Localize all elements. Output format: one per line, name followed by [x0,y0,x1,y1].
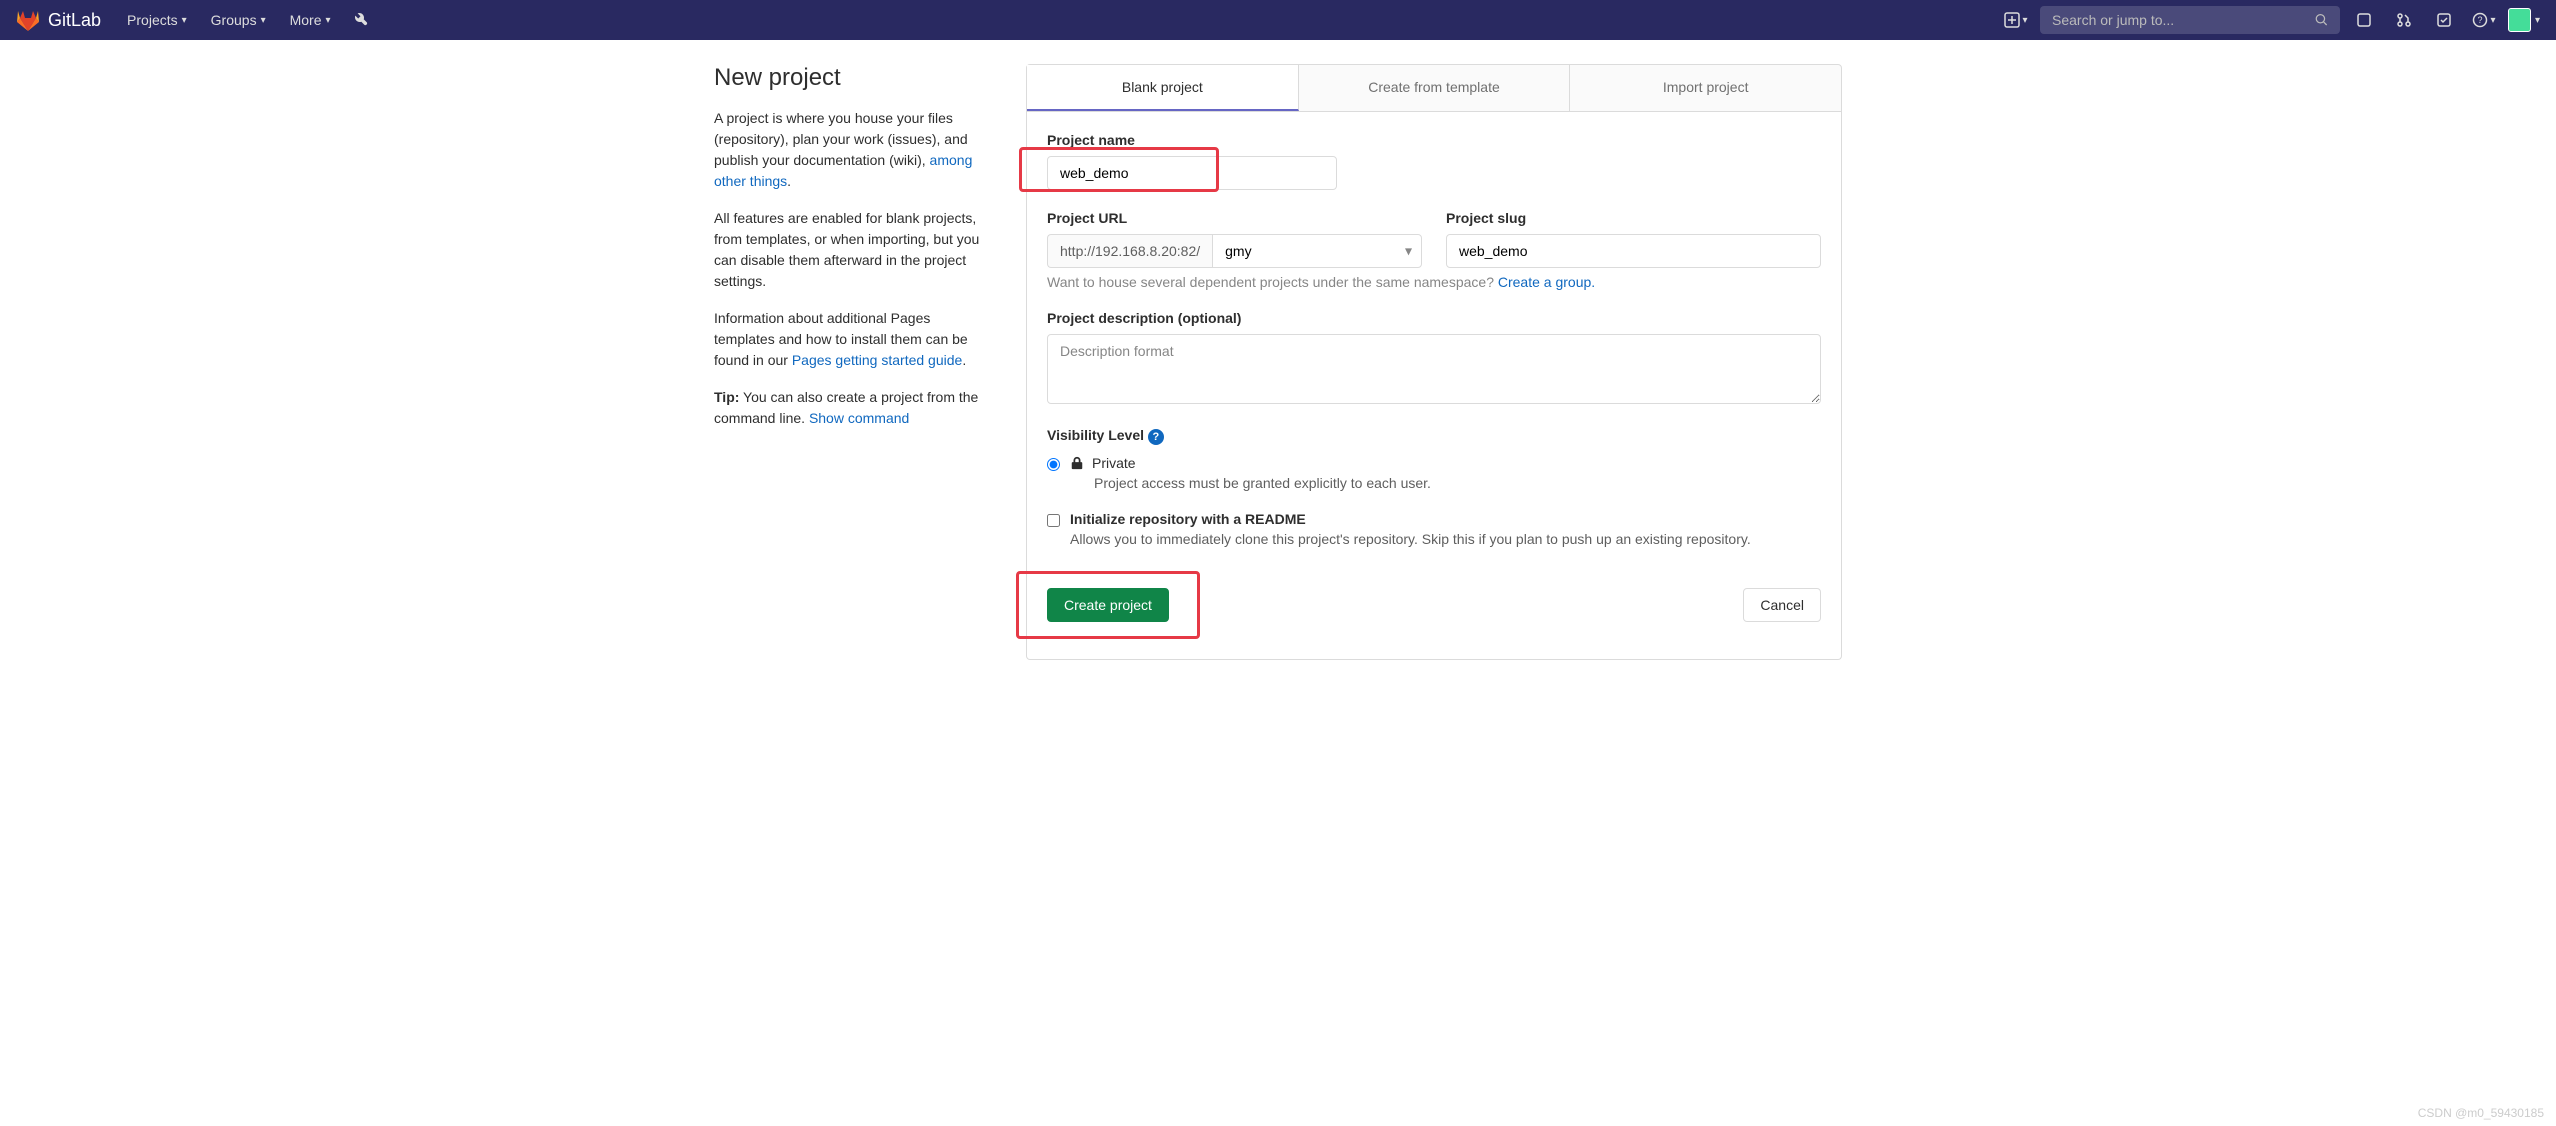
readme-group: Initialize repository with a README Allo… [1047,511,1821,547]
pages-guide-link[interactable]: Pages getting started guide [792,352,962,368]
search-icon [2315,13,2328,27]
navbar: GitLab Projects ▾ Groups ▾ More ▾ ▾ [0,0,2556,40]
user-menu[interactable]: ▾ [2508,4,2540,36]
lock-icon [1070,456,1084,470]
chevron-down-icon: ▾ [182,15,187,26]
project-name-group: Project name [1047,132,1821,190]
project-url-label: Project URL [1047,210,1422,226]
sidebar-desc-1: A project is where you house your files … [714,108,994,192]
project-slug-input[interactable] [1446,234,1821,268]
form-actions: Create project Cancel [1047,571,1821,639]
chevron-down-icon: ▾ [261,15,266,26]
nav-groups[interactable]: Groups ▾ [201,4,276,36]
chevron-down-icon: ▾ [2490,15,2495,26]
tab-create-from-template[interactable]: Create from template [1299,65,1571,111]
show-command-link[interactable]: Show command [809,410,909,426]
project-name-input[interactable] [1047,156,1337,190]
sidebar-tip: Tip: You can also create a project from … [714,387,994,429]
project-url-prefix: http://192.168.8.20:82/ [1047,234,1212,268]
project-name-label: Project name [1047,132,1821,148]
chevron-down-icon: ▾ [2022,15,2027,26]
namespace-hint: Want to house several dependent projects… [1047,274,1821,290]
merge-requests-icon[interactable] [2388,4,2420,36]
sidebar-desc-3: Information about additional Pages templ… [714,308,994,371]
gitlab-logo[interactable]: GitLab [16,8,101,32]
readme-desc: Allows you to immediately clone this pro… [1070,531,1821,547]
visibility-group: Visibility Level ? Private Project acces… [1047,427,1821,491]
avatar [2508,8,2531,32]
gitlab-icon [16,8,40,32]
readme-checkbox[interactable] [1047,514,1060,527]
project-description-group: Project description (optional) [1047,310,1821,407]
nav-more[interactable]: More ▾ [280,4,341,36]
nav-more-label: More [290,12,322,28]
svg-text:?: ? [2478,15,2483,25]
nav-projects-label: Projects [127,12,178,28]
tab-blank-project[interactable]: Blank project [1027,65,1299,111]
project-slug-label: Project slug [1446,210,1821,226]
watermark: CSDN @m0_59430185 [2418,1106,2544,1120]
cancel-button[interactable]: Cancel [1743,588,1821,622]
help-icon[interactable]: ? [1148,429,1164,445]
sidebar-desc-2: All features are enabled for blank proje… [714,208,994,292]
todos-icon[interactable] [2428,4,2460,36]
tip-label: Tip: [714,389,739,405]
main-container: New project A project is where you house… [698,40,1858,684]
issues-icon[interactable] [2348,4,2380,36]
admin-wrench-icon[interactable] [345,4,377,36]
page-title: New project [714,64,994,92]
chevron-down-icon: ▾ [326,15,331,26]
visibility-private-desc: Project access must be granted explicitl… [1094,475,1821,491]
help-icon[interactable]: ? ▾ [2468,4,2500,36]
project-url-input-group: http://192.168.8.20:82/ gmy ▾ [1047,234,1422,268]
readme-label: Initialize repository with a README [1070,511,1821,527]
visibility-label: Visibility Level ? [1047,427,1821,445]
main-panel: Blank project Create from template Impor… [1026,64,1842,660]
visibility-private-option: Private Project access must be granted e… [1047,455,1821,491]
search-input[interactable] [2052,12,2315,28]
navbar-right: ▾ ? ▾ ▾ [2000,4,2540,36]
form-panel: Project name Project URL http://192.168.… [1026,112,1842,660]
project-url-group: Project URL http://192.168.8.20:82/ gmy … [1047,210,1422,268]
highlight-create-button: Create project [1016,571,1200,639]
project-description-input[interactable] [1047,334,1821,404]
create-project-button[interactable]: Create project [1047,588,1169,622]
nav-groups-label: Groups [211,12,257,28]
chevron-down-icon: ▾ [2535,15,2540,26]
project-description-label: Project description (optional) [1047,310,1821,326]
navbar-left: GitLab Projects ▾ Groups ▾ More ▾ [16,4,377,36]
url-slug-row: Project URL http://192.168.8.20:82/ gmy … [1047,210,1821,268]
brand-text: GitLab [48,10,101,31]
plus-icon[interactable]: ▾ [2000,4,2032,36]
search-box[interactable] [2040,6,2340,34]
tabs: Blank project Create from template Impor… [1026,64,1842,112]
create-group-link[interactable]: Create a group. [1498,274,1595,290]
sidebar: New project A project is where you house… [714,64,994,660]
visibility-private-label: Private [1070,455,1821,471]
project-slug-group: Project slug [1446,210,1821,268]
project-namespace-select[interactable]: gmy [1212,234,1422,268]
nav-projects[interactable]: Projects ▾ [117,4,197,36]
visibility-private-radio[interactable] [1047,458,1060,471]
tab-import-project[interactable]: Import project [1570,65,1841,111]
